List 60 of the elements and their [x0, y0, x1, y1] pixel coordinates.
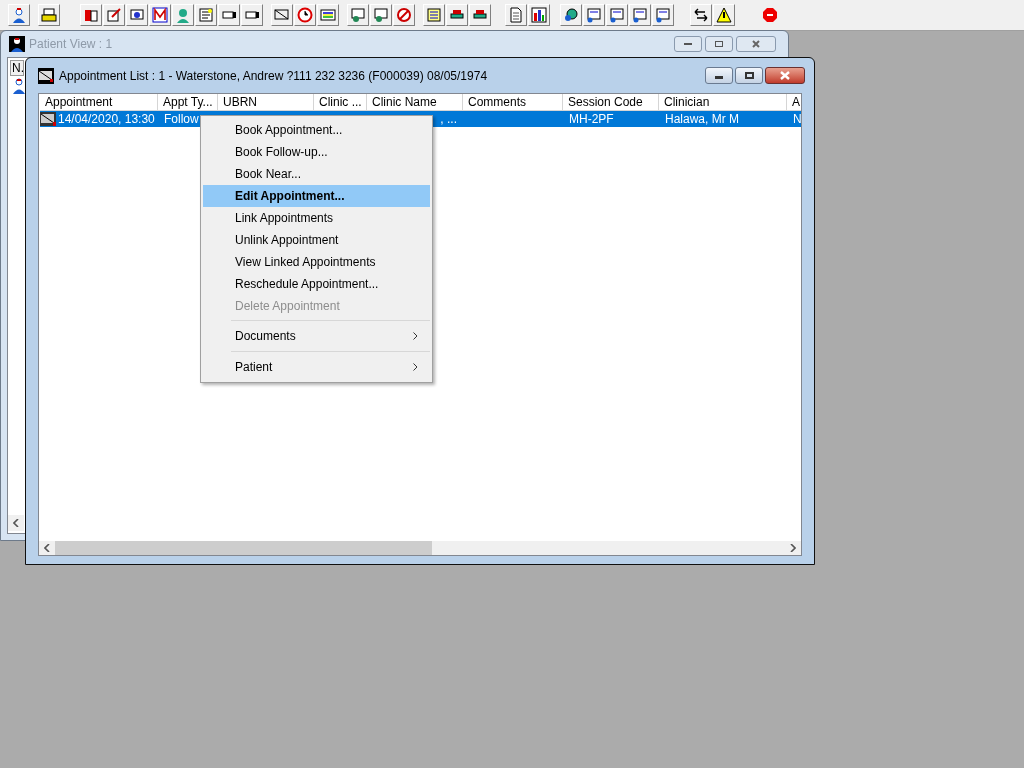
warning-icon[interactable]	[713, 4, 735, 26]
form-icon[interactable]	[606, 4, 628, 26]
menu-item[interactable]: Book Appointment...	[203, 119, 430, 141]
page-icon[interactable]	[505, 4, 527, 26]
chevron-right-icon	[413, 363, 418, 371]
minimize-button[interactable]	[674, 36, 702, 52]
table-cell: Follow	[164, 111, 199, 127]
printer-icon[interactable]	[38, 4, 60, 26]
clock-icon[interactable]	[294, 4, 316, 26]
note-icon[interactable]	[195, 4, 217, 26]
column-header[interactable]: N.	[10, 60, 24, 76]
menu-item[interactable]: View Linked Appointments	[203, 251, 430, 273]
maximize-button[interactable]	[705, 36, 733, 52]
book-icon[interactable]	[80, 4, 102, 26]
document-icon[interactable]	[126, 4, 148, 26]
form-icon[interactable]	[583, 4, 605, 26]
chevron-left-icon	[13, 519, 19, 527]
chevron-right-icon	[790, 544, 796, 552]
scrollbar-thumb[interactable]	[55, 541, 432, 555]
doctor-icon[interactable]	[8, 4, 30, 26]
envelope-icon[interactable]	[271, 4, 293, 26]
arrows-icon[interactable]	[690, 4, 712, 26]
window-title: Patient View : 1	[29, 36, 113, 53]
form-icon[interactable]	[652, 4, 674, 26]
doctor-icon[interactable]	[172, 4, 194, 26]
menu-item[interactable]: Book Near...	[203, 163, 430, 185]
letter-icon[interactable]	[149, 4, 171, 26]
monitor-icon[interactable]	[347, 4, 369, 26]
table-cell: 14/04/2020, 13:30	[58, 111, 155, 127]
doctor-icon	[9, 36, 25, 52]
pen-icon[interactable]	[103, 4, 125, 26]
window-title: Appointment List : 1 - Waterstone, Andrew ?111 232 3236 (F000039) 08/05/1974	[59, 67, 488, 85]
table-cell: N	[793, 111, 801, 127]
maximize-button[interactable]	[735, 67, 763, 84]
table-cell: MH-2PF	[569, 111, 614, 127]
menu-item[interactable]: Patient	[203, 355, 430, 379]
doctor-icon	[12, 78, 26, 94]
form-icon[interactable]	[629, 4, 651, 26]
close-icon	[752, 40, 760, 48]
list-icon[interactable]	[317, 4, 339, 26]
table-cell: Halawa, Mr M	[665, 111, 739, 127]
menu-item[interactable]: Documents	[203, 324, 430, 348]
monitor-icon[interactable]	[370, 4, 392, 26]
envelope-icon	[38, 67, 54, 84]
minimize-button[interactable]	[705, 67, 733, 84]
close-button[interactable]	[765, 67, 805, 84]
table-cell: , ...	[440, 111, 457, 127]
menu-item[interactable]: Reschedule Appointment...	[203, 273, 430, 295]
globe-icon[interactable]	[560, 4, 582, 26]
bar-chart-icon[interactable]	[528, 4, 550, 26]
chevron-right-icon	[413, 332, 418, 340]
menu-item[interactable]: Unlink Appointment	[203, 229, 430, 251]
scroll-left-button[interactable]	[8, 515, 24, 531]
prohibited-icon[interactable]	[393, 4, 415, 26]
menu-item[interactable]: Book Follow-up...	[203, 141, 430, 163]
menu-item[interactable]: Link Appointments	[203, 207, 430, 229]
close-icon	[780, 71, 790, 80]
menu-item[interactable]: Edit Appointment...	[203, 185, 430, 207]
notepad-icon[interactable]	[423, 4, 445, 26]
chevron-left-icon	[44, 544, 50, 552]
